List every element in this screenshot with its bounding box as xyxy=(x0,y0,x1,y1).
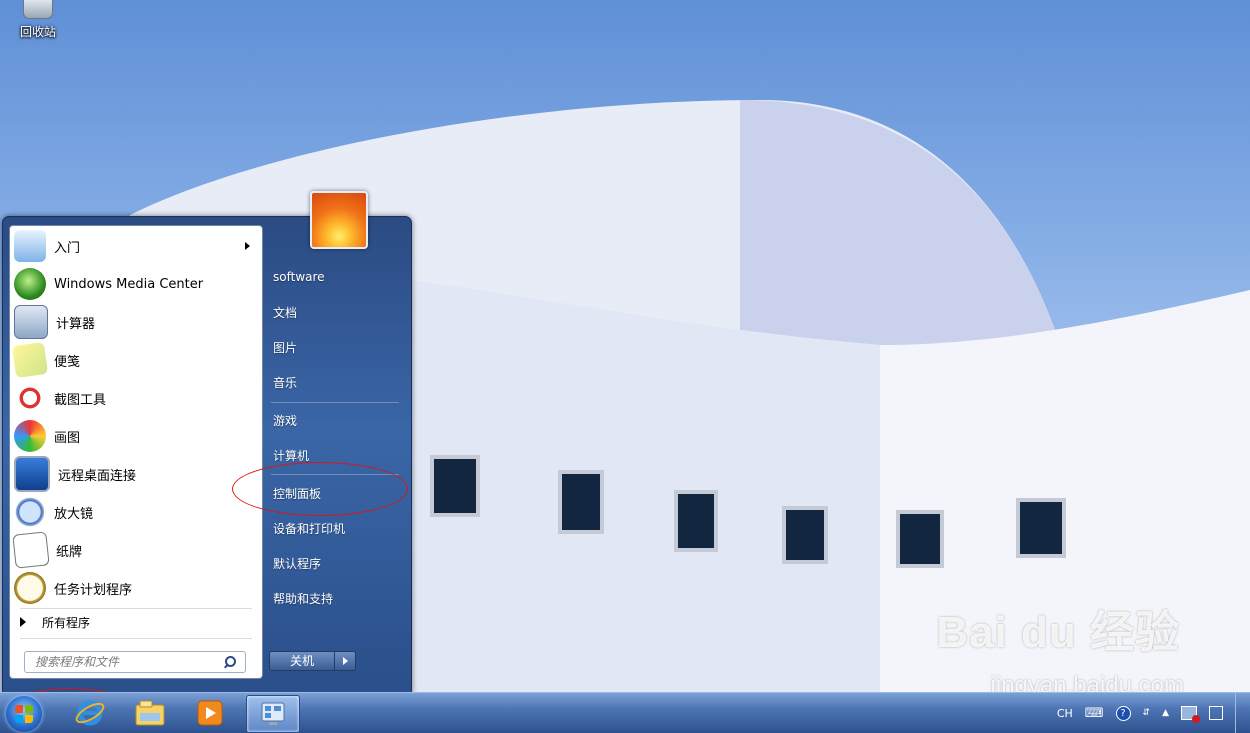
recycle-bin-label: 回收站 xyxy=(19,25,56,39)
triangle-right-icon xyxy=(20,617,26,627)
all-programs-label: 所有程序 xyxy=(42,615,91,630)
separator xyxy=(20,608,252,609)
start-button[interactable] xyxy=(6,696,42,732)
shutdown-group: 关机 xyxy=(269,651,356,671)
internet-explorer-icon xyxy=(75,700,105,726)
program-label: 远程桌面连接 xyxy=(58,468,137,484)
recycle-bin-icon xyxy=(23,0,53,19)
menu-item-pictures[interactable]: 图片 xyxy=(273,336,297,358)
language-indicator[interactable]: CH xyxy=(1057,707,1073,720)
media-player-icon xyxy=(197,700,223,726)
taskbar: CH ⌨ ? ⇵ ▲ xyxy=(0,692,1250,733)
program-getting-started[interactable]: 入门 xyxy=(14,228,258,264)
program-label: 截图工具 xyxy=(54,392,107,408)
baidu-watermark: Bai du 经验 xyxy=(936,608,1180,657)
menu-item-documents[interactable]: 文档 xyxy=(273,301,297,323)
all-programs[interactable]: 所有程序 xyxy=(20,612,90,632)
program-media-center[interactable]: Windows Media Center xyxy=(14,266,258,302)
magnifier-icon xyxy=(14,496,46,528)
program-label: 纸牌 xyxy=(56,544,83,560)
solitaire-icon xyxy=(12,531,50,569)
program-label: 入门 xyxy=(54,240,81,256)
program-label: 便笺 xyxy=(54,354,81,370)
program-label: 放大镜 xyxy=(54,506,94,522)
getting-started-icon xyxy=(14,230,46,262)
separator xyxy=(20,638,252,639)
menu-item-software[interactable]: software xyxy=(273,266,325,288)
media-center-icon xyxy=(14,268,46,300)
windows-flag-icon xyxy=(15,705,33,723)
menu-item-music[interactable]: 音乐 xyxy=(273,371,297,393)
program-label: 任务计划程序 xyxy=(54,582,133,598)
program-solitaire[interactable]: 纸牌 xyxy=(12,531,258,569)
search-icon[interactable] xyxy=(223,656,236,668)
show-hidden-icons-icon[interactable]: ▲ xyxy=(1162,708,1169,718)
search-input[interactable] xyxy=(33,654,223,670)
program-magnifier[interactable]: 放大镜 xyxy=(14,494,258,530)
program-task-scheduler[interactable]: 任务计划程序 xyxy=(14,570,258,606)
start-menu: 入门 Windows Media Center 计算器 便笺 截图工具 画图 远… xyxy=(2,191,412,694)
menu-item-help-support[interactable]: 帮助和支持 xyxy=(273,587,333,609)
program-label: 画图 xyxy=(54,430,81,446)
menu-item-default-programs[interactable]: 默认程序 xyxy=(273,552,321,574)
file-explorer-icon xyxy=(135,700,165,726)
recycle-bin[interactable]: 回收站 xyxy=(14,0,62,40)
system-tray: CH ⌨ ? ⇵ ▲ xyxy=(1051,693,1250,733)
program-calculator[interactable]: 计算器 xyxy=(14,304,258,340)
taskbar-media-player[interactable] xyxy=(184,695,236,731)
program-label: 计算器 xyxy=(56,316,96,332)
search-box[interactable] xyxy=(24,651,246,673)
program-snipping-tool[interactable]: 截图工具 xyxy=(14,380,258,416)
sticky-notes-icon xyxy=(11,341,49,379)
program-label: Windows Media Center xyxy=(54,276,204,292)
show-desktop-button[interactable] xyxy=(1235,693,1250,733)
taskbar-internet-explorer[interactable] xyxy=(64,695,116,731)
control-panel-icon xyxy=(261,702,285,725)
menu-item-games[interactable]: 游戏 xyxy=(273,409,297,431)
start-menu-programs-pane: 入门 Windows Media Center 计算器 便笺 截图工具 画图 远… xyxy=(9,225,263,679)
submenu-arrow-icon xyxy=(245,242,250,250)
task-scheduler-icon xyxy=(14,572,46,604)
shutdown-options-button[interactable] xyxy=(335,651,356,671)
separator xyxy=(271,402,399,403)
shutdown-button[interactable]: 关机 xyxy=(269,651,335,671)
annotation-ellipse-control-panel xyxy=(232,462,408,516)
paint-icon xyxy=(14,420,46,452)
snipping-tool-icon xyxy=(14,382,46,414)
keyboard-icon[interactable]: ⌨ xyxy=(1085,706,1104,721)
input-options-icon[interactable]: ⇵ xyxy=(1143,708,1151,718)
program-sticky-notes[interactable]: 便笺 xyxy=(11,341,258,379)
menu-item-devices-printers[interactable]: 设备和打印机 xyxy=(273,517,345,539)
program-paint[interactable]: 画图 xyxy=(14,418,258,454)
calculator-icon xyxy=(14,305,48,339)
network-icon[interactable] xyxy=(1181,706,1200,723)
remote-desktop-icon xyxy=(14,456,50,492)
user-avatar[interactable] xyxy=(310,191,368,249)
taskbar-control-panel[interactable] xyxy=(246,695,300,733)
taskbar-file-explorer[interactable] xyxy=(124,695,176,731)
program-remote-desktop[interactable]: 远程桌面连接 xyxy=(14,456,258,492)
action-center-icon[interactable] xyxy=(1209,706,1223,720)
baidu-watermark-url: jingyan.baidu.com xyxy=(990,672,1184,692)
help-icon[interactable]: ? xyxy=(1115,705,1131,721)
